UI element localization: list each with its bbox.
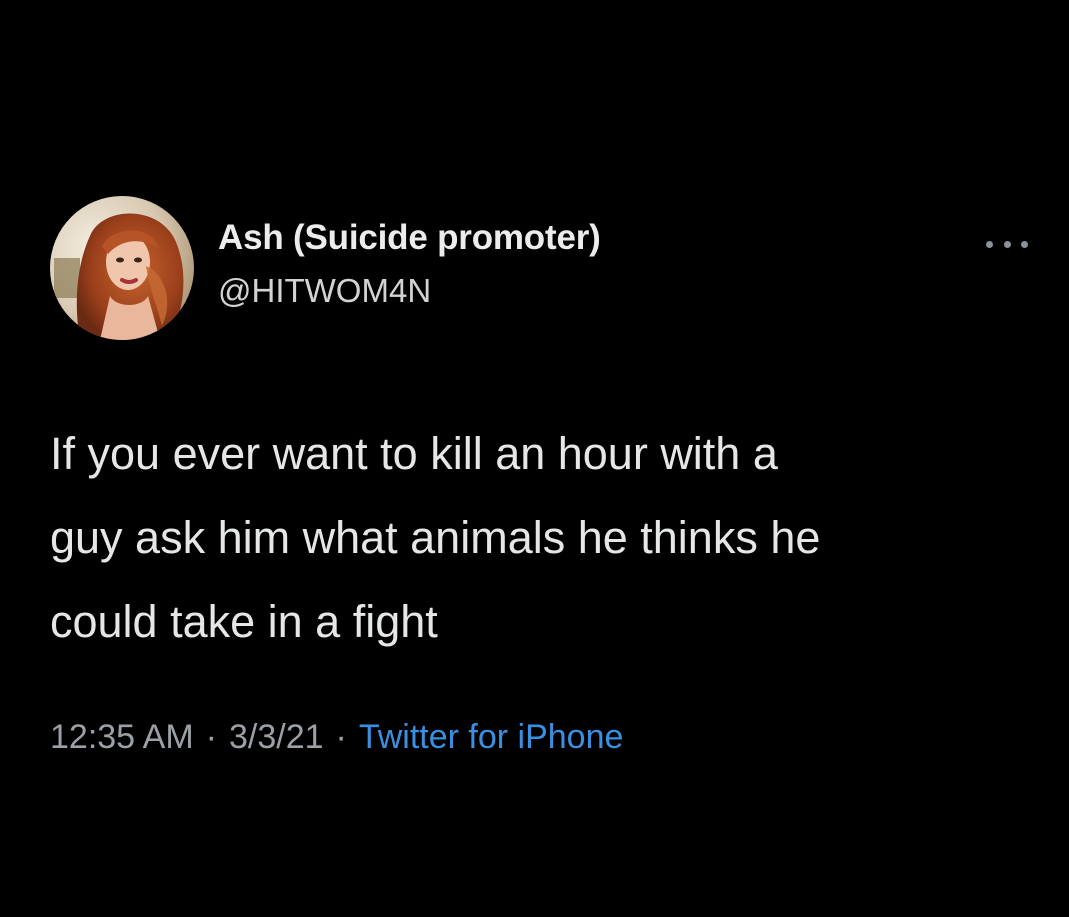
more-horizontal-icon	[1003, 240, 1011, 248]
more-horizontal-icon	[1021, 240, 1028, 248]
avatar-image	[50, 196, 194, 340]
tweet-text-line: could take in a fight	[50, 596, 438, 647]
tweet-date[interactable]: 3/3/21	[229, 718, 324, 756]
tweet-source-link[interactable]: Twitter for iPhone	[359, 718, 624, 756]
display-name[interactable]: Ash (Suicide promoter)	[218, 218, 601, 258]
tweet-time[interactable]: 12:35 AM	[50, 718, 194, 756]
tweet-meta: 12:35 AM · 3/3/21 · Twitter for iPhone	[50, 718, 623, 757]
tweet-text-line: If you ever want to kill an hour with a	[50, 428, 778, 479]
user-handle[interactable]: @HITWOM4N	[218, 272, 431, 310]
meta-separator: ·	[335, 718, 347, 756]
meta-separator: ·	[205, 718, 217, 756]
tweet-text-line: guy ask him what animals he thinks he	[50, 512, 821, 563]
more-horizontal-icon	[986, 240, 993, 248]
tweet-card: Ash (Suicide promoter) @HITWOM4N If you …	[0, 0, 1069, 917]
tweet-text: If you ever want to kill an hour with a …	[50, 412, 1040, 664]
avatar[interactable]	[50, 196, 194, 340]
more-options-button[interactable]	[986, 232, 1028, 256]
